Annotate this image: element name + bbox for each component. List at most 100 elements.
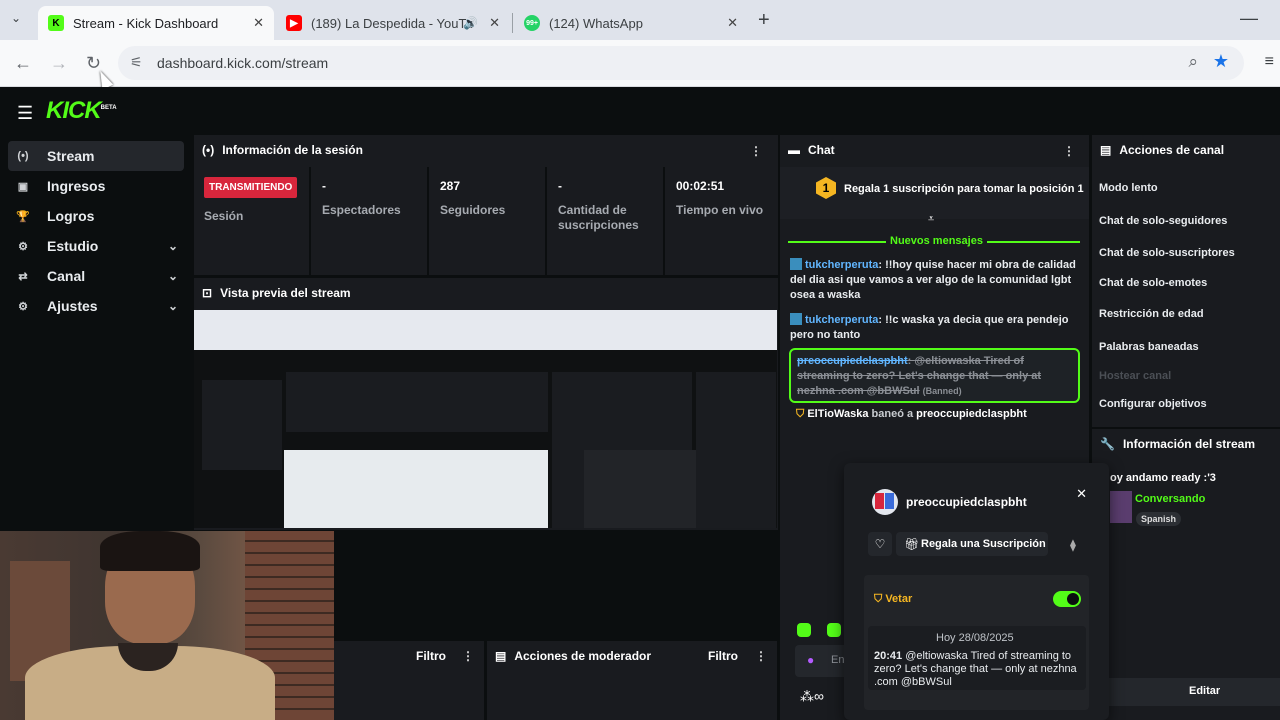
more-options-icon[interactable]: ⋮ — [1063, 144, 1075, 158]
banned-user[interactable]: preoccupiedclaspbht — [916, 408, 1027, 420]
chat-message[interactable]: tukcherperuta: !!c waska ya decia que er… — [790, 313, 1080, 343]
wrench-icon: 🔧 — [1100, 437, 1115, 451]
followers-value: 287 — [440, 179, 461, 193]
minimize-window-button[interactable]: — — [1240, 8, 1258, 29]
session-status-cell: TRANSMITIENDO Sesión — [194, 167, 311, 275]
gift-button-label: Regala una Suscripción — [921, 538, 1046, 550]
configure-goals-action[interactable]: Configurar objetivos — [1099, 398, 1207, 410]
close-tab-icon[interactable]: ✕ — [253, 15, 264, 31]
panel-title: Información del stream — [1122, 437, 1255, 451]
tab-title: Stream - Kick Dashboard — [73, 15, 219, 31]
sidebar-item-label: Canal — [47, 268, 86, 284]
chat-username[interactable]: tukcherperuta — [805, 259, 878, 271]
panel-header: ▤ Acciones de moderador — [495, 649, 651, 663]
emote-icon[interactable] — [827, 623, 841, 637]
tab-title: (189) La Despedida - YouTu — [311, 15, 474, 31]
channel-icon: ⇄ — [18, 270, 28, 283]
chevron-down-icon: ⌄ — [167, 269, 178, 283]
slow-mode-action[interactable]: Modo lento — [1099, 182, 1158, 194]
sidebar-item-label: Estudio — [47, 238, 99, 254]
panel-header: ▤ Acciones de canal — [1100, 143, 1224, 157]
sidebar: (•) Stream ▣ Ingresos 🏆 Logros ⚙ Estudio ⌄ ⇄ C… — [8, 141, 184, 321]
microphone-icon[interactable]: ● — [807, 653, 814, 667]
sidebar-item-label: Logros — [47, 208, 95, 224]
moderator-name[interactable]: ElTioWaska — [807, 408, 868, 420]
user-card-popup: preoccupiedclaspbht ✕ ♡ 🎁︎ Regala una Su… — [844, 463, 1109, 720]
age-restriction-action[interactable]: Restricción de edad — [1099, 308, 1204, 320]
extensions-icon[interactable]: ≡ — [1265, 53, 1274, 71]
subscribers-only-action[interactable]: Chat de solo-suscriptores — [1099, 247, 1235, 259]
omnibox[interactable]: ⚟ dashboard.kick.com/stream ⌕ ★ — [118, 46, 1244, 80]
filter-button[interactable]: Filtro — [416, 649, 446, 663]
sidebar-item-estudio[interactable]: ⚙ Estudio ⌄ — [8, 231, 184, 261]
live-time-value: 00:02:51 — [676, 179, 725, 193]
edit-stream-button[interactable]: Editar — [1092, 678, 1280, 706]
session-info-panel: (•) Información de la sesión ⋮ TRANSMITIE… — [194, 135, 778, 275]
zoom-icon[interactable]: ⌕ — [1188, 52, 1198, 72]
tab-whatsapp[interactable]: 99+ (124) WhatsApp ✕ — [514, 6, 748, 40]
rank-badge-icon: 1 — [816, 177, 836, 199]
filter-button[interactable]: Filtro — [708, 649, 738, 663]
host-channel-action: Hostear canal — [1099, 370, 1172, 382]
follow-heart-button[interactable]: ♡ — [868, 532, 892, 556]
sidebar-item-stream[interactable]: (•) Stream — [8, 141, 184, 171]
panel-header: ⊡ Vista previa del stream — [202, 286, 351, 300]
popup-username: preoccupiedclaspbht — [906, 495, 1027, 509]
gift-subscription-button[interactable]: 🎁︎ Regala una Suscripción — [896, 532, 1048, 556]
chevron-down-icon[interactable]: ⩡ — [928, 213, 934, 226]
banned-chat-message[interactable]: preoccupiedclaspbht: @eltiowaska Tired o… — [789, 348, 1080, 403]
category-link[interactable]: Conversando — [1135, 493, 1205, 505]
avatar — [872, 489, 898, 515]
bookmark-star-icon[interactable]: ★ — [1213, 51, 1229, 72]
tab-kick-dashboard[interactable]: K Stream - Kick Dashboard ✕ — [38, 6, 274, 40]
new-tab-button[interactable]: + — [758, 9, 770, 32]
menu-icon[interactable]: ☰ — [17, 103, 33, 124]
followers-only-action[interactable]: Chat de solo-seguidores — [1099, 215, 1227, 227]
category-thumbnail — [1110, 491, 1132, 523]
subscriptions-label: Cantidad de suscripciones — [558, 203, 639, 232]
sidebar-item-logros[interactable]: 🏆 Logros — [8, 201, 184, 231]
tab-youtube[interactable]: ▶ (189) La Despedida - YouTu 🔊 ✕ — [276, 6, 510, 40]
chat-settings-icon[interactable]: ⁂∞ — [800, 688, 824, 705]
gear-icon: ⚙ — [18, 300, 28, 313]
more-options-icon[interactable]: ⋮ — [462, 649, 474, 663]
pinned-gift-goal[interactable]: 1 Regala 1 suscripción para tomar la pos… — [780, 167, 1089, 219]
edit-label: Editar — [1189, 685, 1221, 697]
mic-icon[interactable]: ⧫ — [1070, 538, 1076, 552]
close-icon[interactable]: ✕ — [1076, 486, 1087, 502]
sidebar-item-ajustes[interactable]: ⚙ Ajustes ⌄ — [8, 291, 184, 321]
close-tab-icon[interactable]: ✕ — [727, 15, 738, 31]
forward-arrow-icon[interactable]: → — [50, 53, 68, 74]
chevron-down-icon: ⌄ — [167, 239, 178, 253]
followers-label: Seguidores — [440, 203, 506, 217]
ban-action: baneó a — [871, 408, 914, 420]
speaker-icon[interactable]: 🔊 — [463, 16, 478, 30]
sidebar-item-canal[interactable]: ⇄ Canal ⌄ — [8, 261, 184, 291]
panel-title: Chat — [808, 143, 835, 157]
close-tab-icon[interactable]: ✕ — [489, 15, 500, 31]
chat-input-placeholder: En — [831, 654, 845, 666]
message-text: @eltiowaska Tired of streaming to zero? … — [874, 650, 1077, 688]
emotes-only-action[interactable]: Chat de solo-emotes — [1099, 277, 1207, 289]
language-tag: Spanish — [1136, 512, 1182, 526]
chat-message[interactable]: tukcherperuta: !!hoy quise hacer mi obra… — [790, 258, 1080, 303]
more-options-icon[interactable]: ⋮ — [755, 649, 767, 663]
stream-title-text: oy andamo ready :'3 — [1110, 472, 1216, 484]
sidebar-item-ingresos[interactable]: ▣ Ingresos — [8, 171, 184, 201]
back-arrow-icon[interactable]: ← — [14, 53, 32, 74]
chat-username[interactable]: tukcherperuta — [805, 314, 878, 326]
veto-toggle[interactable] — [1053, 591, 1081, 607]
kick-logo[interactable]: KICKBETA — [46, 97, 117, 125]
preview-actions-panel — [696, 372, 776, 528]
chat-icon: ▬ — [788, 143, 800, 157]
broadcast-icon: (•) — [202, 143, 215, 157]
moderation-section: ⛉ Vetar Hoy 28/08/2025 20:41 @eltiowaska… — [864, 575, 1089, 710]
emote-icon[interactable] — [797, 623, 811, 637]
chat-username[interactable]: preoccupiedclaspbht — [797, 355, 908, 367]
user-badge-icon — [790, 258, 802, 270]
more-options-icon[interactable]: ⋮ — [750, 144, 762, 158]
tab-search-icon[interactable]: ⌄ — [11, 11, 21, 25]
site-settings-icon[interactable]: ⚟ — [130, 54, 143, 71]
followers-cell: 287 Seguidores — [430, 167, 547, 275]
banned-words-action[interactable]: Palabras baneadas — [1099, 341, 1199, 353]
